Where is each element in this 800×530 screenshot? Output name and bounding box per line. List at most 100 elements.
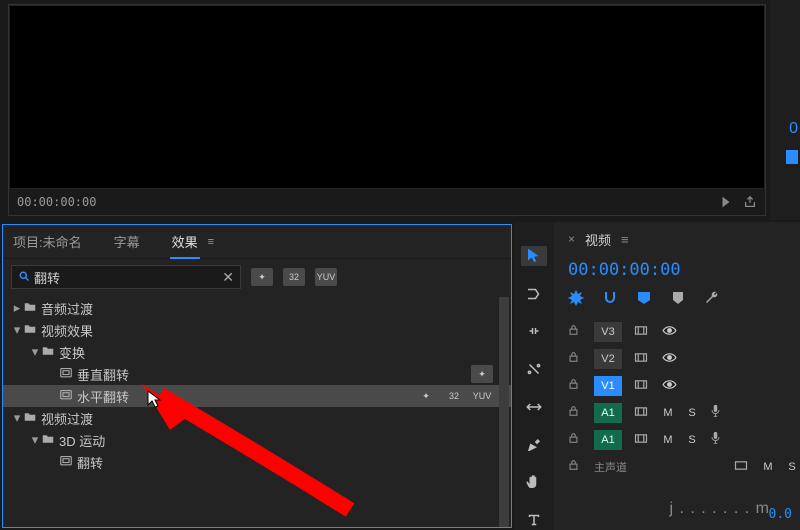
tree-item[interactable]: 音频过渡	[3, 297, 511, 319]
tree-item[interactable]: 垂直翻转✦	[3, 363, 511, 385]
timeline-settings-icon-1[interactable]	[670, 290, 688, 308]
effect-badge-icon: ✦	[415, 387, 437, 405]
timeline-timecode[interactable]: 00:00:00:00	[554, 256, 800, 284]
track-output-icon[interactable]	[634, 433, 650, 447]
track-label[interactable]: V2	[594, 349, 622, 369]
tree-item[interactable]: 翻转	[3, 451, 511, 473]
tree-item-label: 垂直翻转	[77, 365, 471, 384]
voiceover-icon[interactable]	[710, 431, 724, 448]
monitor-timecode[interactable]: 00:00:00:00	[17, 195, 719, 209]
effect-badges: ✦32YUV	[415, 387, 493, 405]
effects-scrollbar-thumb[interactable]	[499, 297, 509, 527]
export-frame-icon[interactable]	[743, 195, 757, 209]
track-row[interactable]: V1	[568, 372, 798, 399]
effect-preset-icon	[59, 367, 77, 382]
effect-badge-icon: ✦	[471, 365, 493, 383]
track-row[interactable]: A1 MS	[568, 399, 798, 426]
lock-icon[interactable]	[568, 459, 582, 474]
timeline-title[interactable]: 视频	[585, 230, 611, 249]
tab-captions[interactable]: 字幕	[112, 224, 142, 259]
filter-accelerated-icon[interactable]: ✦	[251, 268, 273, 286]
tree-item[interactable]: 视频效果	[3, 319, 511, 341]
effects-search-row: ✕ ✦ 32 YUV	[3, 259, 511, 295]
disclosure-icon[interactable]	[29, 432, 41, 448]
track-row[interactable]: V3	[568, 318, 798, 345]
mute-button[interactable]: M	[662, 407, 674, 419]
monitor-area: 00:00:00:00 0	[0, 0, 800, 220]
effects-panel: 项目:未命名 字幕 效果 ≡ ✕ ✦ 32 YUV 音频过渡视频效果变换垂直翻转…	[2, 224, 512, 528]
solo-button[interactable]: S	[686, 434, 698, 446]
tab-effects[interactable]: 效果	[170, 224, 200, 259]
lock-icon[interactable]	[568, 378, 582, 393]
tree-item[interactable]: 视频过渡	[3, 407, 511, 429]
eye-icon[interactable]	[662, 379, 678, 393]
monitor-canvas[interactable]	[9, 5, 765, 189]
track-output-icon[interactable]	[634, 406, 650, 420]
tree-item-label: 视频过渡	[41, 409, 511, 428]
filter-yuv-icon[interactable]: YUV	[315, 268, 337, 286]
lock-icon[interactable]	[568, 324, 582, 339]
timeline-panel: × 视频 ≡ 00:00:00:00 V3V2V1A1MSA1MS主声道MS	[554, 222, 800, 530]
track-output-icon[interactable]	[734, 460, 750, 474]
search-clear-icon[interactable]: ✕	[222, 269, 234, 286]
filter-32bit-icon[interactable]: 32	[283, 268, 305, 286]
panel-menu-icon[interactable]: ≡	[208, 236, 214, 248]
timeline-close-icon[interactable]: ×	[568, 232, 575, 246]
pen-tool-icon[interactable]	[521, 435, 547, 455]
snap-icon[interactable]	[568, 290, 586, 308]
effects-scrollbar[interactable]	[499, 297, 509, 527]
disclosure-icon[interactable]	[11, 410, 23, 426]
lock-icon[interactable]	[568, 432, 582, 447]
slip-tool-icon[interactable]	[521, 397, 547, 417]
monitor-controls: 00:00:00:00	[9, 189, 765, 215]
master-track-label: 主声道	[594, 459, 627, 475]
play-icon[interactable]	[719, 195, 733, 209]
disclosure-icon[interactable]	[11, 322, 23, 338]
track-row[interactable]: V2	[568, 345, 798, 372]
output-level: 0.0	[769, 507, 792, 522]
lock-icon[interactable]	[568, 351, 582, 366]
lock-icon[interactable]	[568, 405, 582, 420]
wrench-icon[interactable]	[704, 290, 722, 308]
timeline-header: × 视频 ≡	[554, 222, 800, 256]
track-row[interactable]: A1 MS	[568, 426, 798, 453]
search-icon	[18, 270, 30, 285]
track-label[interactable]: V1	[594, 376, 622, 396]
selection-tool-icon[interactable]	[521, 246, 547, 266]
folder-icon	[41, 433, 59, 448]
disclosure-icon[interactable]	[29, 344, 41, 360]
mute-button[interactable]: M	[662, 434, 674, 446]
track-label[interactable]: V3	[594, 322, 622, 342]
ripple-edit-tool-icon[interactable]	[521, 322, 547, 342]
timeline-menu-icon[interactable]: ≡	[621, 232, 629, 247]
solo-button[interactable]: S	[786, 461, 798, 473]
hand-tool-icon[interactable]	[521, 473, 547, 493]
tree-item[interactable]: 3D 运动	[3, 429, 511, 451]
tree-item[interactable]: 变换	[3, 341, 511, 363]
tab-project[interactable]: 项目:未命名	[11, 224, 84, 259]
track-output-icon[interactable]	[634, 325, 650, 339]
tree-item[interactable]: 水平翻转✦32YUV	[3, 385, 511, 407]
track-output-icon[interactable]	[634, 352, 650, 366]
timeline-tool-strip	[514, 222, 554, 530]
linked-selection-icon[interactable]	[602, 290, 620, 308]
track-label[interactable]: A1	[594, 430, 622, 450]
sequence-in-marker[interactable]	[786, 150, 798, 164]
search-input[interactable]	[34, 270, 222, 285]
search-box[interactable]: ✕	[11, 265, 241, 289]
eye-icon[interactable]	[662, 352, 678, 366]
timeline-tracks: V3V2V1A1MSA1MS主声道MS	[554, 318, 800, 530]
solo-button[interactable]: S	[686, 407, 698, 419]
track-label[interactable]: A1	[594, 403, 622, 423]
tree-item-label: 水平翻转	[77, 387, 415, 406]
track-output-icon[interactable]	[634, 379, 650, 393]
voiceover-icon[interactable]	[710, 404, 724, 421]
track-select-tool-icon[interactable]	[521, 284, 547, 304]
disclosure-icon[interactable]	[11, 300, 23, 316]
eye-icon[interactable]	[662, 325, 678, 339]
razor-tool-icon[interactable]	[521, 359, 547, 379]
effect-badge-icon: YUV	[471, 387, 493, 405]
add-marker-icon[interactable]	[636, 290, 654, 308]
mute-button[interactable]: M	[762, 461, 774, 473]
type-tool-icon[interactable]	[521, 510, 547, 530]
